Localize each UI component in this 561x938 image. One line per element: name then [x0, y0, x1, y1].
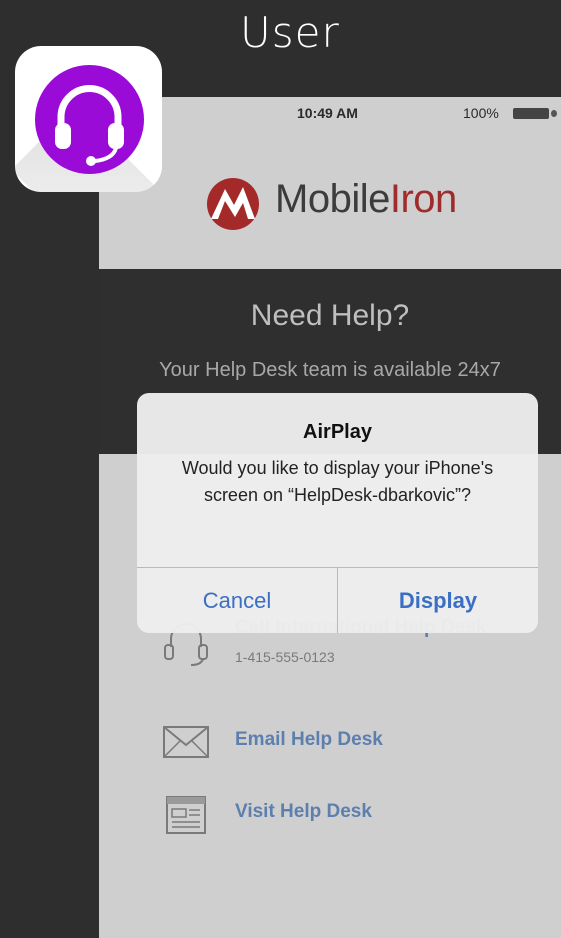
battery-icon — [513, 108, 549, 119]
brand-name-iron: Iron — [389, 177, 457, 221]
contact-email[interactable]: Email Help Desk — [159, 721, 539, 781]
envelope-icon — [163, 726, 209, 758]
help-title: Need Help? — [250, 299, 410, 332]
contact-visit-label: Visit Help Desk — [235, 801, 372, 822]
contact-call-number: 1-415-555-0123 — [235, 649, 335, 665]
charging-icon — [551, 110, 557, 117]
cancel-button[interactable]: Cancel — [137, 568, 337, 633]
document-icon — [166, 796, 206, 834]
contact-email-label: Email Help Desk — [235, 729, 383, 750]
app-icon[interactable] — [15, 46, 162, 192]
airplay-alert: AirPlay Would you like to display your i… — [137, 393, 538, 633]
brand-name: MobileIron — [275, 177, 457, 222]
alert-message: Would you like to display your iPhone's … — [181, 458, 494, 505]
alert-title: AirPlay — [303, 421, 372, 443]
status-bar: 10:49 AM 100% — [99, 97, 561, 131]
status-battery-percent: 100% — [463, 105, 499, 121]
display-button[interactable]: Display — [338, 568, 538, 633]
brand-name-mobile: Mobile — [275, 177, 390, 221]
help-subtitle: Your Help Desk team is available 24x7 — [159, 359, 501, 381]
brand-header: MobileIron — [203, 175, 483, 230]
mobileiron-logo-icon — [207, 178, 259, 230]
page-title: User — [240, 8, 340, 57]
phone-screen: 10:49 AM 100% MobileIron Need Help? Your… — [99, 97, 561, 938]
contact-visit[interactable]: Visit Help Desk — [159, 793, 539, 853]
status-time: 10:49 AM — [297, 105, 358, 121]
headset-icon — [55, 85, 124, 166]
